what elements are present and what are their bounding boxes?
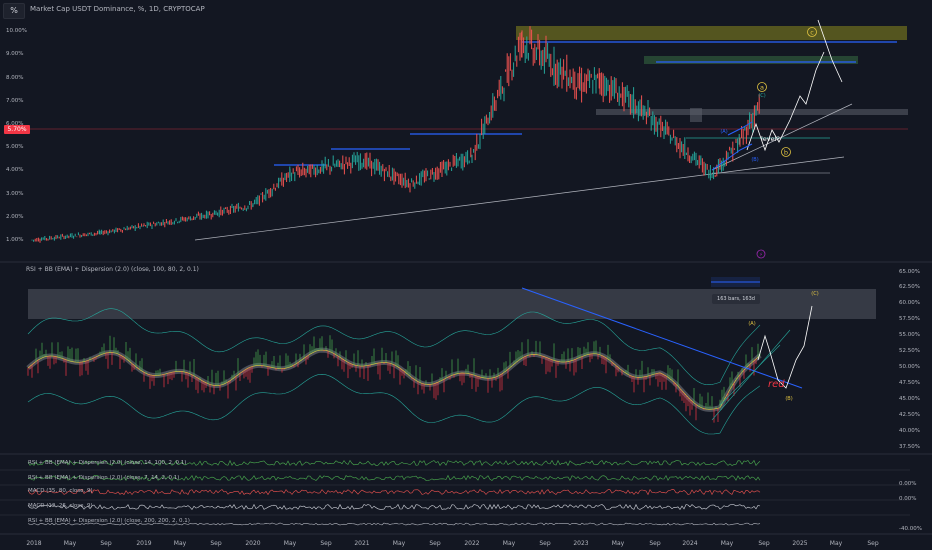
x-tick: May <box>721 540 734 547</box>
x-tick: 2024 <box>682 540 697 547</box>
rsi-y-tick: 40.00% <box>899 428 920 434</box>
current-price-tag: 5.70% <box>4 125 30 134</box>
rsi-support-line-2 <box>719 344 781 406</box>
price-y-tick: 10.00% <box>6 28 27 34</box>
mini-value: 0.00% <box>899 481 916 487</box>
x-tick: 2019 <box>136 540 151 547</box>
rsi-y-tick: 45.00% <box>899 396 920 402</box>
x-tick: Sep <box>649 540 661 547</box>
mini-pane-label[interactable]: RSI + BB (EMA) + Dispersion (2.0) (close… <box>28 518 190 524</box>
resistance-zone-top <box>516 26 907 40</box>
x-tick: 2021 <box>354 540 369 547</box>
rsi-y-tick: 62.50% <box>899 284 920 290</box>
rsi-y-tick: 52.50% <box>899 348 920 354</box>
x-tick: May <box>174 540 187 547</box>
event-marker-glyph: ⚡ <box>759 252 763 258</box>
mini-value: -40.00% <box>899 526 922 532</box>
x-tick: Sep <box>320 540 332 547</box>
x-tick: 2020 <box>245 540 260 547</box>
x-tick: 2018 <box>26 540 41 547</box>
rsi-y-tick: 55.00% <box>899 332 920 338</box>
x-tick: 2023 <box>573 540 588 547</box>
mini-indicator-panes[interactable] <box>0 459 910 526</box>
bars-range-tooltip: 163 bars, 163d <box>712 294 760 304</box>
price-y-tick: 2.00% <box>6 214 23 220</box>
x-tick: May <box>830 540 843 547</box>
x-tick: Sep <box>210 540 222 547</box>
x-tick: Sep <box>758 540 770 547</box>
wave-B-upper-label: (B) <box>751 157 758 163</box>
mini-pane-label[interactable]: RSI + BB (EMA) + Dispersion (2.0) (close… <box>28 460 186 466</box>
level-annotation: level? <box>761 135 780 143</box>
rsi-y-tick: 57.50% <box>899 316 920 322</box>
price-y-tick: 7.00% <box>6 98 23 104</box>
wave-a-label: a <box>760 84 764 92</box>
rsi-y-tick: 50.00% <box>899 364 920 370</box>
x-tick: Sep <box>100 540 112 547</box>
x-tick: Sep <box>539 540 551 547</box>
rsi-y-tick: 60.00% <box>899 300 920 306</box>
rsi-wave-B-label: (B) <box>785 396 792 402</box>
price-pane[interactable]: a b c (C) (B) (A) level? ⚡ <box>30 19 908 259</box>
mini-pane-label[interactable]: MACD (35, 80, close, 9) <box>28 488 93 494</box>
mini-pane-label[interactable]: MACD (12, 26, close, 9) <box>28 503 93 509</box>
price-candles-up <box>31 36 757 242</box>
resistance-zone-mid <box>644 56 858 64</box>
rsi-y-tick: 42.50% <box>899 412 920 418</box>
x-tick: Sep <box>867 540 879 547</box>
price-y-tick: 3.00% <box>6 191 23 197</box>
x-tick: May <box>393 540 406 547</box>
long-trendline <box>194 156 845 241</box>
blue-wedge-lower <box>711 143 753 171</box>
price-y-tick: 9.00% <box>6 51 23 57</box>
mini-pane-4-line <box>27 503 761 511</box>
x-tick: May <box>284 540 297 547</box>
wave-c-label: c <box>810 29 814 37</box>
x-tick: 2025 <box>792 540 807 547</box>
price-y-tick: 8.00% <box>6 75 23 81</box>
rsi-wave-C-label: (C) <box>811 291 818 297</box>
rsi-y-tick: 47.50% <box>899 380 920 386</box>
tradingview-chart-window: % Market Cap USDT Dominance, %, 1D, CRYP… <box>0 0 932 550</box>
wave-b-label: b <box>784 149 788 157</box>
wave-A-upper-label: (A) <box>720 129 727 135</box>
price-y-tick: 1.00% <box>6 237 23 243</box>
mini-pane-label[interactable]: RSI + BB (EMA) + Dispersion (2.0) (close… <box>28 475 179 481</box>
wave-C-upper-label: (C) <box>758 93 765 99</box>
indicator-title[interactable]: RSI + BB (EMA) + Dispersion (2.0) (close… <box>26 266 199 273</box>
rsi-y-tick: 37.50% <box>899 444 920 450</box>
x-tick: May <box>64 540 77 547</box>
x-tick: 2022 <box>464 540 479 547</box>
price-y-tick: 5.00% <box>6 144 23 150</box>
rsi-y-axis[interactable]: 65.00% 62.50% 60.00% 57.50% 55.00% 52.50… <box>899 269 922 532</box>
price-y-axis[interactable]: 10.00% 9.00% 8.00% 7.00% 6.00% 5.00% 4.0… <box>6 28 27 243</box>
x-tick: Sep <box>429 540 441 547</box>
bars-range-box <box>711 277 760 287</box>
rsi-y-tick: 65.00% <box>899 269 920 275</box>
main-chart[interactable]: a b c (C) (B) (A) level? ⚡ (A) (B) (C) r… <box>0 0 932 550</box>
red-annotation: red <box>768 379 785 390</box>
resistance-zone-small <box>690 108 702 122</box>
x-tick: May <box>503 540 516 547</box>
mini-value: 0.00% <box>899 496 916 502</box>
mini-pane-3-line <box>27 488 761 496</box>
time-x-axis[interactable]: 2018 May Sep 2019 May Sep 2020 May Sep 2… <box>26 540 878 547</box>
price-y-tick: 4.00% <box>6 167 23 173</box>
x-tick: May <box>612 540 625 547</box>
rsi-wave-A-label: (A) <box>748 321 755 327</box>
